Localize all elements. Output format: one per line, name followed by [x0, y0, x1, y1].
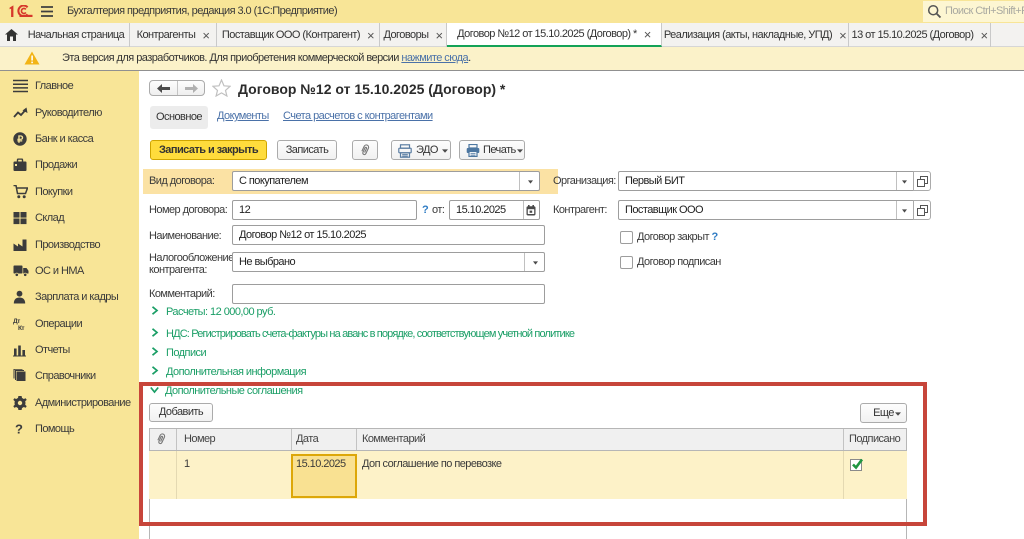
svg-text:Дт: Дт: [13, 318, 20, 325]
svg-text:Кт: Кт: [18, 325, 24, 331]
